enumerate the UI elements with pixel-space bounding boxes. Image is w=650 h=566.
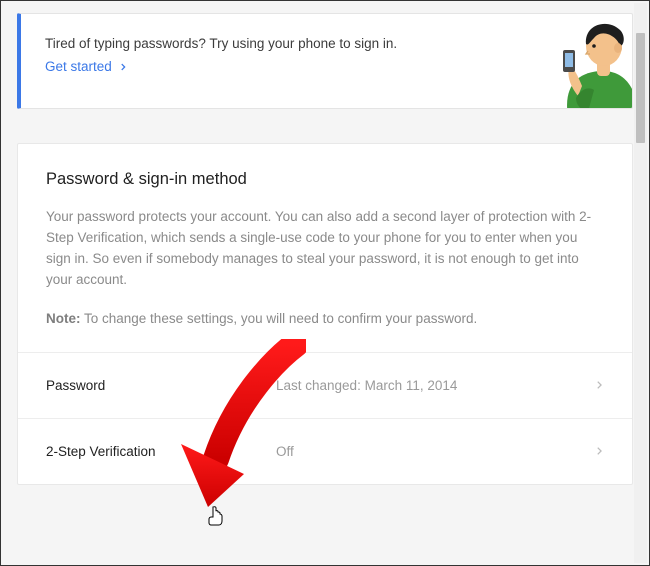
section-heading: Password & sign-in method — [46, 170, 604, 189]
window-frame: Tired of typing passwords? Try using you… — [0, 0, 650, 566]
two-step-row-label: 2-Step Verification — [46, 444, 276, 459]
password-row-value: Last changed: March 11, 2014 — [276, 378, 594, 393]
two-step-row-value: Off — [276, 444, 594, 459]
phone-signin-promo-card: Tired of typing passwords? Try using you… — [17, 13, 633, 109]
chevron-right-icon — [594, 444, 604, 458]
note-label: Note: — [46, 311, 81, 326]
content-area: Tired of typing passwords? Try using you… — [1, 1, 649, 565]
password-signin-card: Password & sign-in method Your password … — [17, 143, 633, 485]
two-step-verification-row[interactable]: 2-Step Verification Off — [18, 418, 632, 484]
note-text: To change these settings, you will need … — [81, 311, 478, 326]
section-description: Your password protects your account. You… — [46, 207, 604, 291]
password-row-label: Password — [46, 378, 276, 393]
chevron-right-icon — [118, 62, 128, 72]
phone-user-illustration — [508, 16, 633, 109]
chevron-right-icon — [594, 378, 604, 392]
password-row[interactable]: Password Last changed: March 11, 2014 — [18, 352, 632, 418]
get-started-link[interactable]: Get started — [45, 59, 128, 74]
get-started-label: Get started — [45, 59, 112, 74]
section-note: Note: To change these settings, you will… — [46, 309, 604, 330]
